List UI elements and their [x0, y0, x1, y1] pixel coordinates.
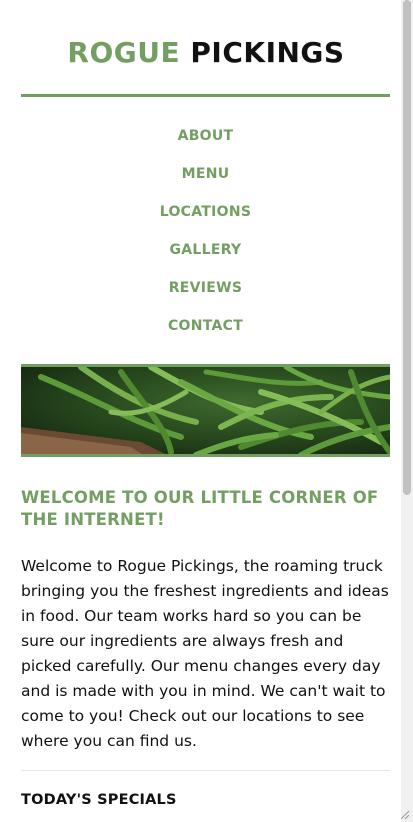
scrollbar-thumb[interactable] [403, 0, 411, 495]
resize-handle-icon[interactable] [398, 808, 410, 820]
hero-image-green-beans [21, 367, 390, 457]
nav-contact-link[interactable]: CONTACT [21, 308, 390, 346]
todays-specials-heading: TODAY'S SPECIALS [21, 792, 177, 808]
section-divider [21, 770, 390, 771]
green-beans-illustration [21, 367, 390, 454]
header-divider [21, 94, 390, 97]
nav-reviews-link[interactable]: REVIEWS [21, 270, 390, 308]
welcome-paragraph: Welcome to Rogue Pickings, the roaming t… [21, 557, 389, 750]
page: ROGUE PICKINGS ABOUT MENU LOCATIONS GALL… [0, 0, 401, 822]
nav-gallery-link[interactable]: GALLERY [21, 232, 390, 270]
site-title-pickings: PICKINGS [190, 36, 345, 69]
site-title-rogue: ROGUE [67, 36, 181, 69]
site-title: ROGUE PICKINGS [0, 36, 412, 69]
main-nav: ABOUT MENU LOCATIONS GALLERY REVIEWS CON… [21, 118, 390, 346]
nav-menu-link[interactable]: MENU [21, 156, 390, 194]
welcome-heading: WELCOME TO OUR LITTLE CORNER OF THE INTE… [21, 488, 379, 529]
nav-about-link[interactable]: ABOUT [21, 118, 390, 156]
nav-locations-link[interactable]: LOCATIONS [21, 194, 390, 232]
